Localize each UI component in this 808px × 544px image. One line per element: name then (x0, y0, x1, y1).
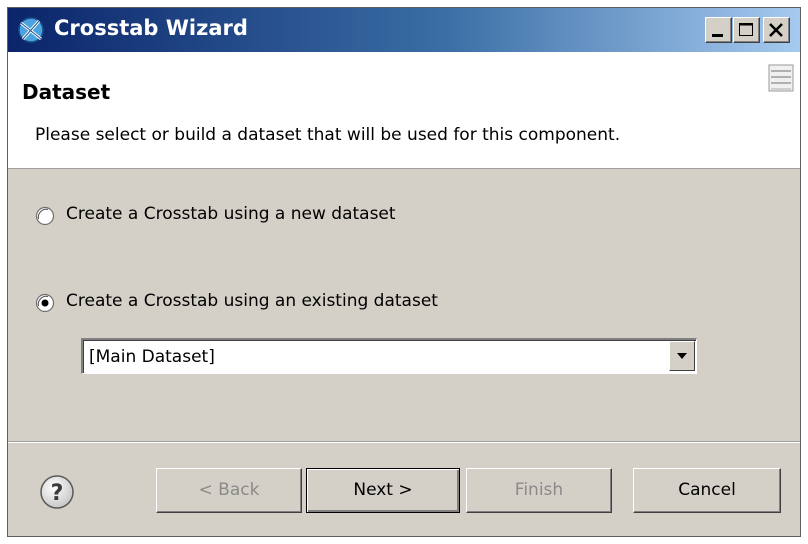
wizard-banner-icon (768, 64, 794, 92)
help-icon[interactable]: ? (39, 474, 75, 510)
new-dataset-radio[interactable] (35, 206, 55, 226)
back-button[interactable]: < Back (156, 468, 302, 513)
page-title: Dataset (22, 80, 111, 104)
dataset-select-value: [Main Dataset] (89, 347, 215, 367)
cancel-button[interactable]: Cancel (633, 468, 781, 513)
existing-dataset-label: Create a Crosstab using an existing data… (66, 291, 438, 311)
svg-text:?: ? (51, 481, 64, 506)
window-title: Crosstab Wizard (54, 16, 248, 40)
title-bar[interactable]: Crosstab Wizard (8, 8, 800, 52)
minimize-button[interactable] (705, 17, 732, 43)
page-description: Please select or build a dataset that wi… (35, 125, 621, 145)
close-button[interactable] (763, 17, 790, 43)
maximize-button[interactable] (733, 17, 760, 43)
next-button[interactable]: Next > (306, 468, 460, 513)
crosstab-wizard-window: Crosstab Wizard Dataset Please select or… (7, 7, 801, 537)
existing-dataset-radio[interactable] (35, 293, 55, 313)
close-icon (769, 23, 783, 37)
chevron-down-icon (677, 353, 687, 359)
maximize-icon (739, 23, 753, 36)
new-dataset-label: Create a Crosstab using a new dataset (66, 204, 396, 224)
crosstab-app-icon (15, 15, 47, 45)
minimize-icon (712, 34, 723, 37)
dataset-select-dropdown-button[interactable] (669, 341, 695, 371)
wizard-header: Dataset Please select or build a dataset… (8, 52, 800, 169)
finish-button[interactable]: Finish (466, 468, 612, 513)
footer-separator (8, 441, 800, 443)
dataset-select[interactable]: [Main Dataset] (81, 338, 697, 374)
